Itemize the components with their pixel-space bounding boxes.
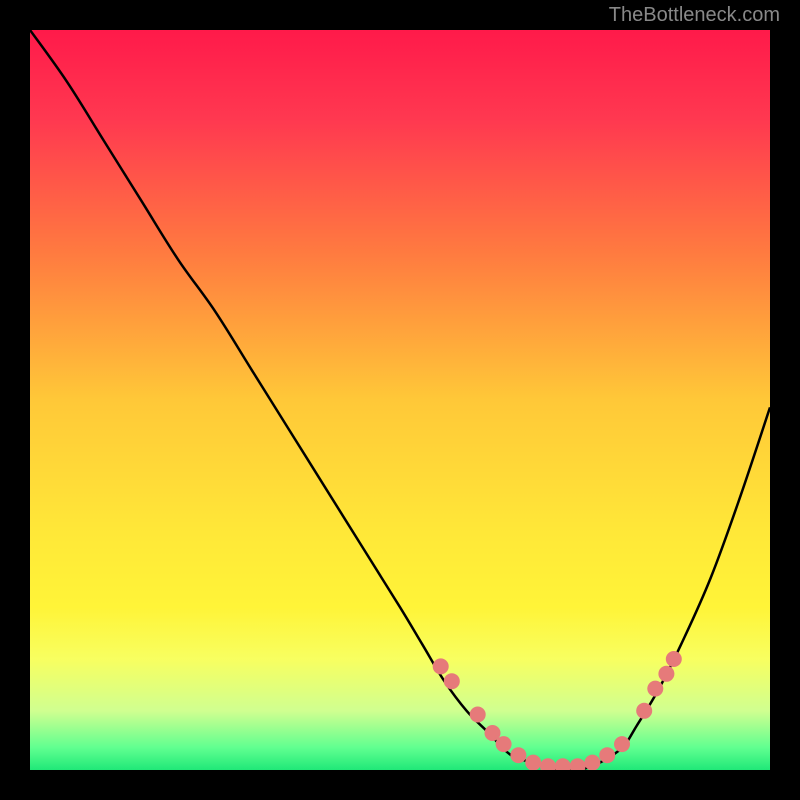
marker-point	[496, 736, 512, 752]
gradient-background	[30, 30, 770, 770]
marker-point	[658, 666, 674, 682]
chart-container: TheBottleneck.com	[0, 0, 800, 800]
marker-point	[444, 673, 460, 689]
plot-area	[30, 30, 770, 770]
marker-point	[666, 651, 682, 667]
marker-point	[433, 658, 449, 674]
marker-point	[470, 707, 486, 723]
marker-point	[647, 681, 663, 697]
marker-point	[636, 703, 652, 719]
chart-svg	[30, 30, 770, 770]
marker-point	[584, 755, 600, 770]
marker-point	[614, 736, 630, 752]
marker-point	[599, 747, 615, 763]
marker-point	[525, 755, 541, 770]
marker-point	[510, 747, 526, 763]
attribution-text: TheBottleneck.com	[609, 4, 780, 27]
